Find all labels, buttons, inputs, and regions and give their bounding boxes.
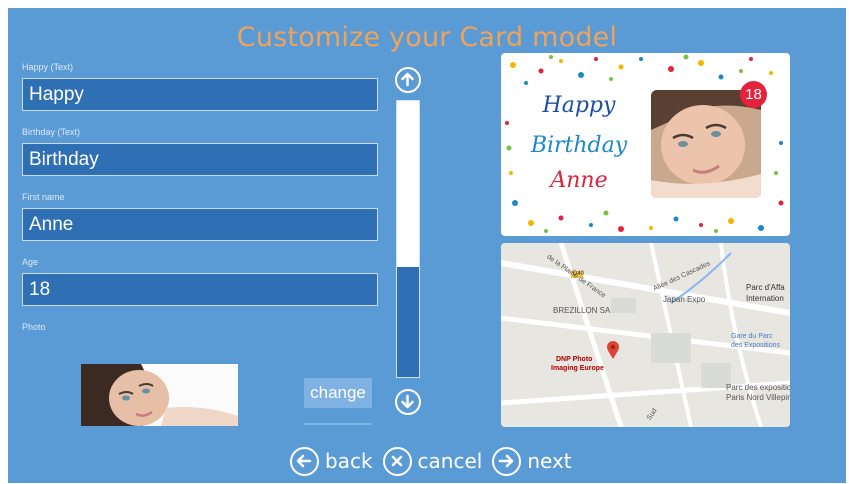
photo-label: Photo — [22, 322, 46, 332]
map-label-parc2: Parc des expositio — [726, 383, 790, 392]
scroll-down-button[interactable] — [395, 389, 421, 415]
change-photo-button[interactable]: change — [304, 378, 372, 408]
next-label: next — [527, 449, 572, 473]
birthday-field-label: Birthday (Text) — [22, 127, 81, 137]
card-photo — [651, 90, 761, 198]
map-label-gare2: des Expositions — [731, 342, 781, 349]
back-button[interactable]: back — [290, 446, 373, 476]
card-birthday-text: Birthday — [530, 133, 628, 158]
arrow-down-icon — [401, 394, 414, 409]
map-poi-main2: Imaging Europe — [551, 365, 604, 372]
map-preview[interactable]: de la Plaine de France Allée des Cascade… — [501, 243, 790, 427]
scroll-up-button[interactable] — [395, 67, 421, 93]
age-field[interactable]: 18 — [22, 273, 378, 306]
card-happy-text: Happy — [542, 93, 616, 118]
bottom-navigation: back cancel next — [290, 444, 582, 478]
photo-thumbnail[interactable] — [81, 364, 238, 426]
map-road-label: D40 — [573, 271, 585, 277]
cancel-icon-circle — [382, 446, 412, 476]
change-button-underline — [304, 423, 372, 425]
back-label: back — [325, 449, 373, 473]
map-poi-main: DNP Photo — [556, 356, 593, 363]
map-label-japan-expo: Japan Expo — [663, 295, 706, 304]
arrow-left-icon — [296, 454, 312, 467]
back-icon-circle — [290, 446, 319, 476]
map-label-gare1: Gare du Parc — [731, 333, 773, 340]
map-label-parc1: Parc d'Affa — [746, 283, 785, 292]
card-preview: Happy Birthday Anne 18 — [501, 53, 790, 236]
next-button[interactable]: next — [492, 446, 572, 476]
happy-text-field[interactable]: Happy — [22, 78, 378, 111]
first-name-field[interactable]: Anne — [22, 208, 378, 241]
scroll-track[interactable] — [396, 100, 420, 378]
app-window: Customize your Card model Happy (Text) H… — [8, 8, 846, 483]
arrow-right-icon — [499, 454, 514, 467]
card-name-text: Anne — [550, 168, 608, 193]
map-label-parc1b: Internation — [746, 294, 784, 303]
first-name-label: First name — [22, 192, 65, 202]
cancel-button[interactable]: cancel — [382, 446, 483, 476]
close-icon — [391, 455, 402, 466]
cancel-label: cancel — [417, 449, 483, 473]
arrow-up-icon — [401, 72, 414, 87]
map-label-brezillon: BREZILLON SA — [553, 306, 611, 315]
next-icon-circle — [492, 446, 522, 476]
map-label-parc2b: Paris Nord Villepin — [726, 393, 790, 402]
happy-field-label: Happy (Text) — [22, 62, 74, 72]
page-title: Customize your Card model — [236, 22, 618, 53]
age-badge: 18 — [740, 81, 767, 108]
birthday-text-field[interactable]: Birthday — [22, 143, 378, 176]
scroll-thumb[interactable] — [397, 266, 419, 377]
map-pin-icon[interactable] — [606, 340, 620, 360]
age-label: Age — [22, 257, 39, 267]
